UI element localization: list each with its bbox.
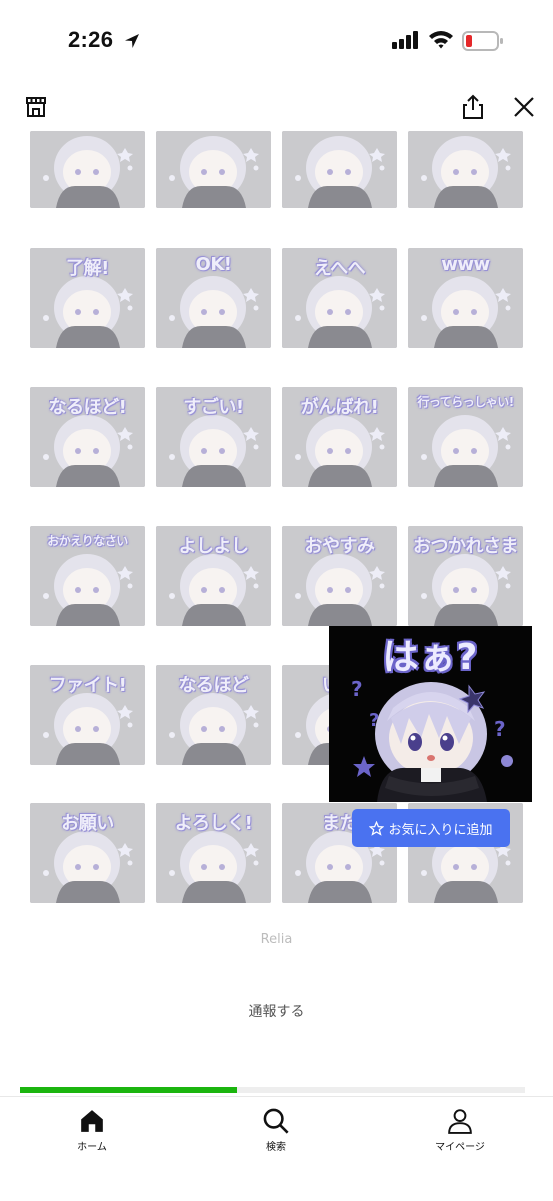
sticker-thumbnail[interactable]: ファイト! [30, 665, 145, 765]
sticker-label: よしよし [178, 536, 250, 557]
sticker-preview-label: はぁ? [382, 637, 479, 678]
sticker-thumbnail[interactable] [156, 131, 271, 208]
sticker-thumbnail[interactable]: すごい! [156, 387, 271, 487]
location-arrow-icon [123, 32, 141, 54]
sticker-thumbnail[interactable]: えへへ [282, 248, 397, 348]
sticker-thumbnail[interactable] [282, 131, 397, 208]
status-time: 2:26 [68, 27, 114, 52]
sticker-label: お願い [61, 813, 114, 834]
svg-text:?: ? [351, 677, 363, 701]
cellular-signal-icon [392, 31, 420, 53]
sticker-label: 了解! [66, 258, 109, 279]
author-name[interactable]: Relia [0, 932, 553, 947]
sticker-preview[interactable]: ? ? ? はぁ? [329, 626, 532, 802]
tab-home-label: ホーム [77, 1142, 107, 1153]
svg-text:?: ? [369, 710, 379, 731]
tab-search-label: 検索 [266, 1142, 286, 1153]
sticker-label: おつかれさま [413, 536, 519, 557]
tab-mypage-label: マイページ [435, 1142, 485, 1153]
sticker-thumbnail[interactable]: おかえりなさい [30, 526, 145, 626]
sticker-label: www [441, 254, 490, 275]
share-icon[interactable] [458, 92, 488, 122]
sticker-label: OK! [195, 254, 232, 275]
home-icon [79, 1107, 105, 1135]
sticker-thumbnail[interactable]: おやすみ [282, 526, 397, 626]
sticker-label: なるほど! [48, 397, 127, 418]
person-icon [447, 1107, 473, 1135]
sticker-label: おかえりなさい [47, 534, 128, 548]
add-to-favorites-label: お気に入りに追加 [388, 822, 493, 838]
sticker-thumbnail[interactable]: おつかれさま [408, 526, 523, 626]
report-link[interactable]: 通報する [0, 1001, 553, 1021]
sticker-thumbnail[interactable]: よしよし [156, 526, 271, 626]
search-icon [262, 1107, 290, 1135]
add-to-favorites-button[interactable]: お気に入りに追加 [352, 809, 510, 847]
sticker-label: 行ってらっしゃい! [417, 395, 514, 409]
sticker-thumbnail[interactable]: 了解! [30, 248, 145, 348]
sticker-label: なるほど [178, 675, 250, 696]
sticker-label: えへへ [313, 258, 366, 279]
star-outline-icon [369, 820, 385, 836]
sticker-thumbnail[interactable] [30, 131, 145, 208]
tab-home[interactable]: ホーム [22, 1097, 162, 1157]
sticker-label: がんばれ! [300, 397, 379, 418]
sticker-thumbnail[interactable]: よろしく! [156, 803, 271, 903]
battery-icon [462, 31, 504, 55]
sticker-thumbnail[interactable] [408, 131, 523, 208]
sticker-thumbnail[interactable]: 行ってらっしゃい! [408, 387, 523, 487]
sticker-label: よろしく! [174, 813, 253, 834]
sticker-label: ファイト! [48, 675, 127, 696]
sticker-thumbnail[interactable]: OK! [156, 248, 271, 348]
store-icon[interactable] [22, 93, 50, 121]
sticker-thumbnail[interactable]: なるほど! [30, 387, 145, 487]
tab-search[interactable]: 検索 [206, 1097, 346, 1157]
sticker-thumbnail[interactable]: なるほど [156, 665, 271, 765]
close-icon[interactable] [509, 92, 539, 122]
sticker-thumbnail[interactable]: がんばれ! [282, 387, 397, 487]
sticker-label: すごい! [183, 397, 244, 418]
progress-fill [20, 1087, 237, 1093]
bottom-tab-bar: ホーム 検索 マイページ [0, 1096, 553, 1201]
sticker-thumbnail[interactable]: お願い [30, 803, 145, 903]
tab-mypage[interactable]: マイページ [390, 1097, 530, 1157]
sticker-thumbnail[interactable]: www [408, 248, 523, 348]
sticker-label: おやすみ [304, 536, 376, 557]
wifi-icon [428, 29, 454, 53]
svg-text:?: ? [494, 717, 506, 741]
